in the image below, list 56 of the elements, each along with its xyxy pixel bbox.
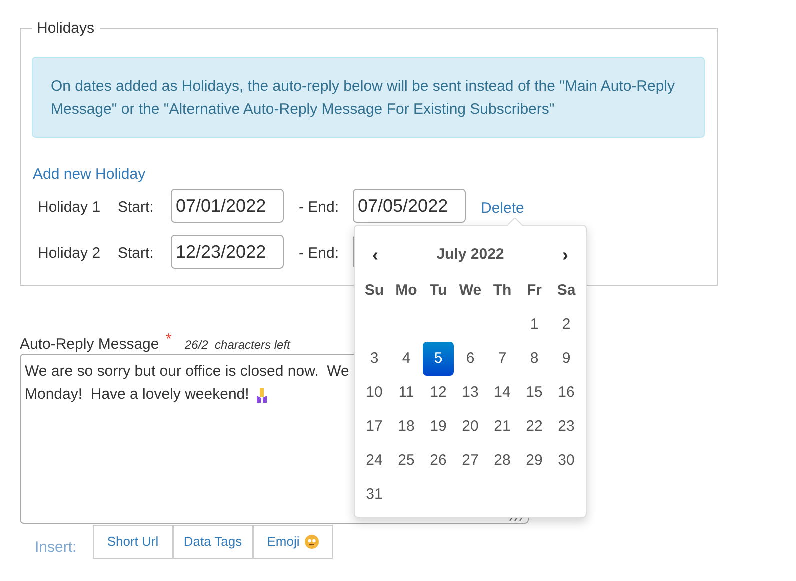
day-cell[interactable]: 23 [551, 410, 582, 444]
day-cell[interactable]: 30 [551, 444, 582, 478]
start-date-field[interactable]: 07/01/2022 [171, 189, 284, 223]
weekday-header: Tu [430, 280, 448, 301]
message-line: We are so sorry but our office is closed now. We [25, 362, 350, 382]
end-label: - End: [299, 198, 340, 218]
weekday-header: Th [493, 280, 512, 301]
start-date-field[interactable]: 12/23/2022 [171, 235, 284, 269]
praying-hands-icon [256, 386, 268, 402]
day-cell[interactable]: 25 [391, 444, 422, 478]
day-cell[interactable]: 21 [487, 410, 518, 444]
day-cell[interactable]: 9 [551, 342, 582, 376]
end-label: - End: [299, 244, 340, 264]
start-label: Start: [118, 198, 154, 218]
day-cell[interactable]: 31 [359, 478, 390, 512]
character-counter: 26/2 characters left [185, 337, 290, 354]
day-cell[interactable]: 14 [487, 376, 518, 410]
insert-button[interactable]: Emoji [253, 525, 333, 559]
day-cell[interactable]: 5 [423, 342, 454, 376]
required-mark: * [166, 330, 172, 350]
insert-button[interactable]: Short Url [93, 525, 173, 559]
day-cell[interactable]: 17 [359, 410, 390, 444]
day-cell[interactable]: 16 [551, 376, 582, 410]
weekday-header: We [459, 280, 482, 301]
day-cell[interactable]: 13 [455, 376, 486, 410]
day-cell[interactable]: 27 [455, 444, 486, 478]
weekday-header: Mo [396, 280, 418, 301]
previous-month-button[interactable]: ‹ [359, 242, 392, 268]
smiley-icon [304, 535, 319, 549]
day-cell[interactable]: 11 [391, 376, 422, 410]
month-title[interactable]: July 2022 [392, 244, 549, 266]
insert-button[interactable]: Data Tags [173, 525, 253, 559]
weekday-header: Sa [557, 280, 576, 301]
info-alert: On dates added as Holidays, the auto-reply below will be sent instead of the "Main Auto-Reply Message" or the "Alternative Auto-Reply Message For Existing Subscribers" [32, 57, 705, 138]
day-cell[interactable]: 19 [423, 410, 454, 444]
day-cell[interactable]: 1 [519, 308, 550, 342]
message-line: Monday! Have a lovely weekend! [25, 385, 250, 405]
day-cell[interactable]: 24 [359, 444, 390, 478]
start-label: Start: [118, 244, 154, 264]
holiday-label: Holiday 2 [38, 244, 101, 264]
next-month-button[interactable]: › [549, 242, 582, 268]
weekday-header: Fr [527, 280, 542, 301]
weekday-header: Su [364, 280, 384, 301]
insert-label: Insert: [35, 538, 77, 558]
day-cell[interactable]: 10 [359, 376, 390, 410]
day-cell[interactable]: 20 [455, 410, 486, 444]
add-holiday-link[interactable]: Add new Holiday [33, 164, 146, 186]
day-cell[interactable]: 2 [551, 308, 582, 342]
day-cell[interactable]: 18 [391, 410, 422, 444]
day-cell[interactable]: 26 [423, 444, 454, 478]
delete-link[interactable]: Delete [481, 198, 524, 220]
end-date-field[interactable]: 07/05/2022 [353, 189, 466, 223]
field-label: Auto-Reply Message [20, 335, 160, 355]
day-cell[interactable]: 28 [487, 444, 518, 478]
day-cell[interactable]: 12 [423, 376, 454, 410]
holiday-label: Holiday 1 [38, 198, 101, 218]
